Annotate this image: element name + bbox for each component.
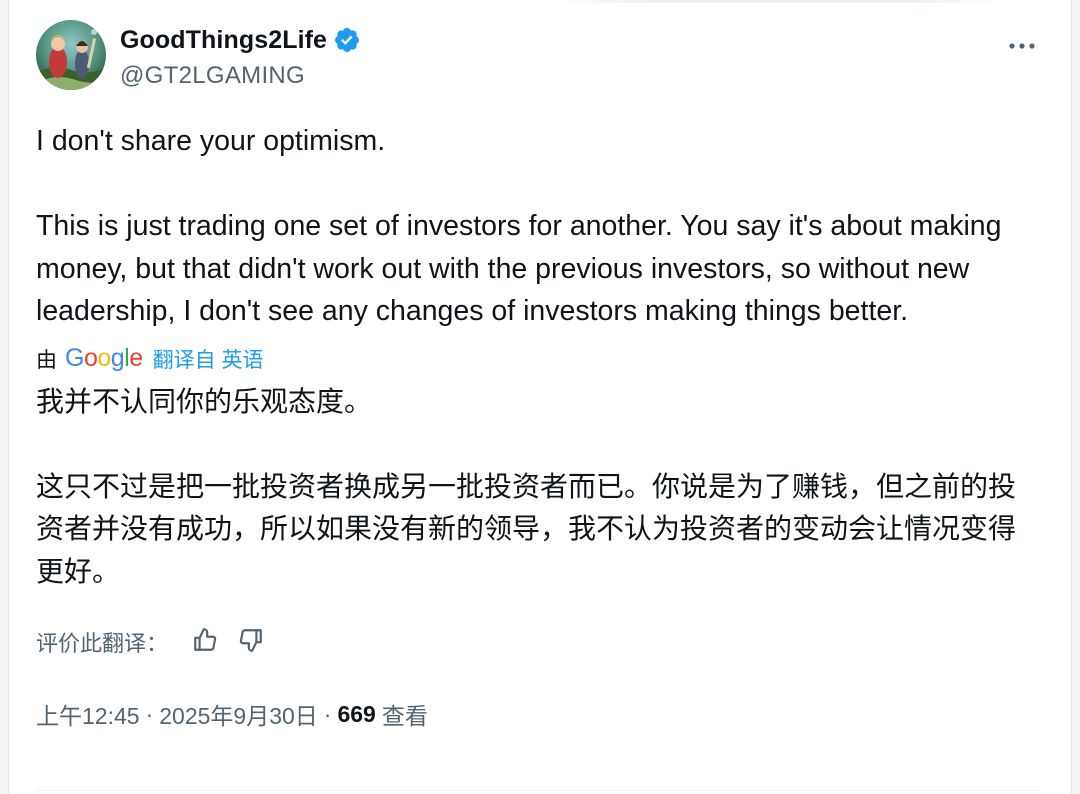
author-display-name[interactable]: GoodThings2Life [120,26,327,55]
translation-attribution: 由 Google 翻译自 英语 [36,343,1042,375]
tweet-text: I don't share your optimism. This is jus… [36,125,1002,327]
author-info: GoodThings2Life @GT2LGAMING [120,24,361,90]
tweet-detail: GoodThings2Life @GT2LGAMING I don't shar… [36,20,1042,731]
more-options-button[interactable] [1002,28,1042,64]
author-handle[interactable]: @GT2LGAMING [120,62,361,90]
rate-translation-label: 评价此翻译： [36,631,169,656]
left-panel-edge [0,0,9,794]
display-name-row: GoodThings2Life [120,24,361,56]
views-label: 查看 [381,703,428,729]
tweet-header: GoodThings2Life @GT2LGAMING [36,20,1042,96]
tweet-time[interactable]: 上午12:45 [36,697,140,731]
verified-badge-icon [333,26,361,54]
more-horizontal-icon [1008,37,1036,55]
rate-translation-row: 评价此翻译： [36,625,1042,659]
thumbs-up-icon [192,627,218,658]
translated-text: 我并不认同你的乐观态度。 这只不过是把一批投资者换成另一批投资者而已。你说是为了… [36,385,1017,587]
thumbs-down-icon [238,627,264,658]
views-count: 669 [337,700,376,727]
translated-from-link[interactable]: 翻译自 英语 [153,344,264,374]
translated-by-label: 由 [36,348,57,372]
right-panel-edge [1071,0,1080,794]
tweet-date[interactable]: 2025年9月30日 [159,697,318,731]
meta-separator: · [145,700,154,727]
thumbs-up-button[interactable] [188,625,222,659]
bottom-divider [36,790,1040,791]
avatar[interactable] [36,20,106,90]
tweet-meta: 上午12:45 · 2025年9月30日 · 669 查看 [36,697,1042,731]
top-divider [560,0,1000,3]
tweet-page: GoodThings2Life @GT2LGAMING I don't shar… [0,0,1080,794]
thumbs-down-button[interactable] [234,625,268,659]
google-logo: Google [65,344,143,372]
meta-separator: · [323,700,332,727]
